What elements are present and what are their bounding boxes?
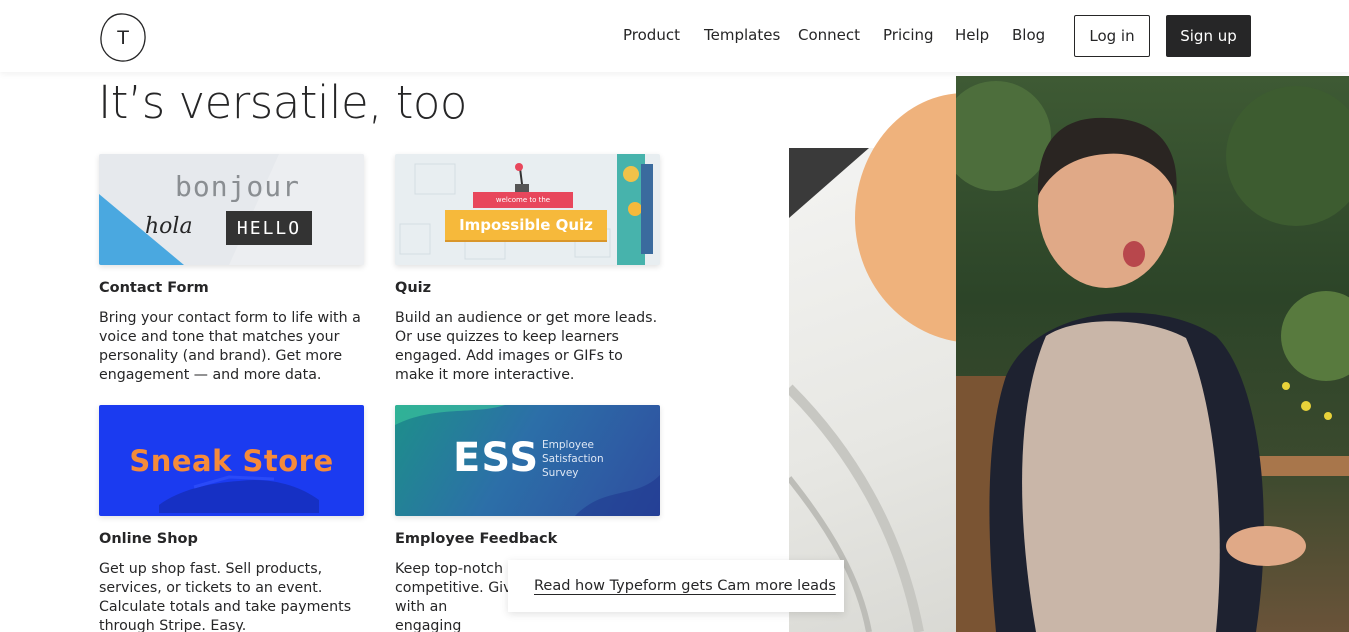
image-word-hello: HELLO xyxy=(226,211,312,245)
ess-word-satisfaction: Satisfaction xyxy=(542,453,604,465)
nav-help[interactable]: Help xyxy=(955,26,989,44)
card-contact-form[interactable]: bonjour hola HELLO Contact Form Bring yo… xyxy=(99,154,364,383)
card-quiz[interactable]: welcome to the Impossible Quiz Quiz Buil… xyxy=(395,154,660,383)
person-portrait-illustration xyxy=(956,81,1349,632)
image-text-welcome: welcome to the xyxy=(473,192,573,208)
contact-form-image: bonjour hola HELLO xyxy=(99,154,364,265)
nav-templates[interactable]: Templates xyxy=(704,26,780,44)
card-employee-feedback[interactable]: ESS Employee Satisfaction Survey Employe… xyxy=(395,405,660,632)
nav-pricing[interactable]: Pricing xyxy=(883,26,934,44)
site-header: T Product Templates Connect Pricing Help… xyxy=(0,0,1349,72)
nav-blog[interactable]: Blog xyxy=(1012,26,1045,44)
card-description: Get up shop fast. Sell products, service… xyxy=(99,561,352,632)
image-text-ess: ESS xyxy=(453,435,540,481)
image-word-hola: hola xyxy=(145,214,193,239)
card-description: Bring your contact form to life with a v… xyxy=(99,310,361,383)
online-shop-image: Sneak Store xyxy=(99,405,364,516)
section-heading: It’s versatile, too xyxy=(98,76,467,129)
image-text-impossible-quiz: Impossible Quiz xyxy=(445,210,607,240)
image-text-ess-subtitle: Employee Satisfaction Survey xyxy=(542,438,604,480)
card-description: Keep top-notch competitive. Giv with an … xyxy=(395,561,512,632)
employee-feedback-image: ESS Employee Satisfaction Survey xyxy=(395,405,660,516)
card-description: Build an audience or get more leads. Or … xyxy=(395,310,658,383)
nav-connect[interactable]: Connect xyxy=(798,26,860,44)
card-title: Contact Form xyxy=(99,280,209,296)
ess-word-employee: Employee xyxy=(542,439,595,451)
card-title: Quiz xyxy=(395,280,432,296)
image-text-sneak-store: Sneak Store xyxy=(129,443,334,478)
ess-word-survey: Survey xyxy=(542,467,579,479)
quiz-image: welcome to the Impossible Quiz xyxy=(395,154,660,265)
card-title: Employee Feedback xyxy=(395,531,558,547)
case-study-link[interactable]: Read how Typeform gets Cam more leads xyxy=(534,578,836,594)
customer-photo xyxy=(956,76,1349,632)
nav-product[interactable]: Product xyxy=(623,26,680,44)
login-button[interactable]: Log in xyxy=(1074,15,1150,57)
card-online-shop[interactable]: Sneak Store Online Shop Get up shop fast… xyxy=(99,405,364,632)
case-study-popup: Read how Typeform gets Cam more leads xyxy=(508,560,844,612)
signup-button[interactable]: Sign up xyxy=(1166,15,1251,57)
image-word-bonjour: bonjour xyxy=(175,170,301,203)
card-title: Online Shop xyxy=(99,531,198,547)
